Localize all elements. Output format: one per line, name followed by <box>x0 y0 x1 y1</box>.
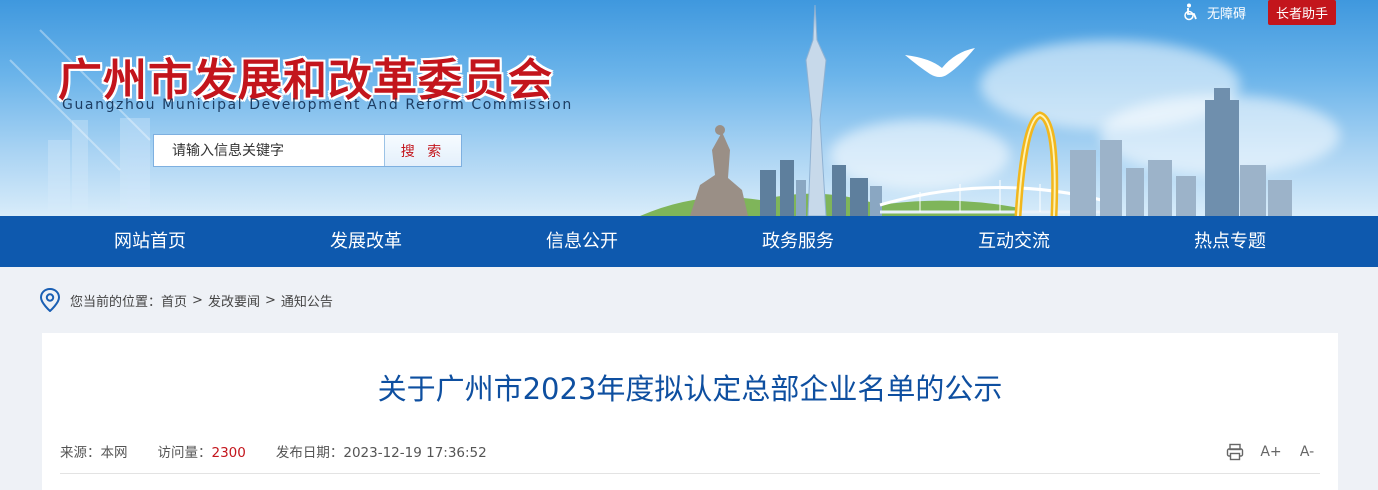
views-count: 2300 <box>211 445 246 461</box>
source-value: 本网 <box>100 445 128 461</box>
breadcrumb-item-news[interactable]: 发改要闻 <box>208 291 260 310</box>
search-button[interactable]: 搜 索 <box>384 135 461 166</box>
article-source: 来源：本网 <box>60 441 128 461</box>
breadcrumb-separator: > <box>264 292 276 308</box>
nav-item-interaction[interactable]: 互动交流 <box>906 216 1122 267</box>
elder-mode-button[interactable]: 长者助手 <box>1267 0 1336 25</box>
location-pin-icon <box>40 288 60 312</box>
nav-item-information-disclosure[interactable]: 信息公开 <box>474 216 690 267</box>
nav-item-hot-topics[interactable]: 热点专题 <box>1122 216 1338 267</box>
print-button[interactable] <box>1224 441 1246 463</box>
article-tools: A+ A- <box>1210 441 1318 463</box>
article-title: 关于广州市2023年度拟认定总部企业名单的公示 <box>377 372 1003 406</box>
font-increase-icon: A+ <box>1260 444 1282 460</box>
breadcrumb-item-notices[interactable]: 通知公告 <box>281 291 333 310</box>
top-utility-links: 无障碍 长者助手 <box>1183 0 1378 25</box>
article-date: 发布日期：2023-12-19 17:36:52 <box>276 441 487 461</box>
search-bar: 搜 索 <box>153 134 462 167</box>
date-label: 发布日期： <box>275 445 344 461</box>
wheelchair-icon <box>1184 3 1197 21</box>
breadcrumb-separator: > <box>192 292 203 308</box>
article-meta: 来源：本网 访问量：2300 发布日期：2023-12-19 17:36:52 <box>60 441 517 461</box>
font-increase-button[interactable]: A+ <box>1260 441 1282 463</box>
date-value: 2023-12-19 17:36:52 <box>343 445 487 461</box>
site-logo-subtitle: Guangzhou Municipal Development And Refo… <box>62 97 573 113</box>
search-input[interactable] <box>154 135 384 166</box>
article-views: 访问量：2300 <box>158 441 246 461</box>
nav-item-government-services[interactable]: 政务服务 <box>690 216 906 267</box>
article-panel: 关于广州市2023年度拟认定总部企业名单的公示 来源：本网 访问量：2300 发… <box>42 333 1338 490</box>
views-label: 访问量： <box>157 445 212 461</box>
breadcrumb: 您当前的位置： 首页 > 发改要闻 > 通知公告 <box>40 287 333 313</box>
breadcrumb-prefix: 您当前的位置： <box>70 294 162 310</box>
main-nav: 网站首页 发展改革 信息公开 政务服务 互动交流 热点专题 <box>0 216 1378 267</box>
breadcrumb-item-home[interactable]: 首页 <box>161 291 187 310</box>
source-label: 来源： <box>60 445 101 461</box>
accessibility-link[interactable]: 无障碍 <box>1183 3 1246 22</box>
print-icon <box>1226 443 1244 461</box>
accessibility-label: 无障碍 <box>1206 6 1246 22</box>
font-decrease-icon: A- <box>1299 444 1315 460</box>
nav-item-development-reform[interactable]: 发展改革 <box>258 216 474 267</box>
nav-item-home[interactable]: 网站首页 <box>42 216 258 267</box>
header-banner: 广州市发展和改革委员会 Guangzhou Municipal Developm… <box>0 0 1378 216</box>
meta-divider <box>60 473 1320 474</box>
font-decrease-button[interactable]: A- <box>1296 441 1318 463</box>
